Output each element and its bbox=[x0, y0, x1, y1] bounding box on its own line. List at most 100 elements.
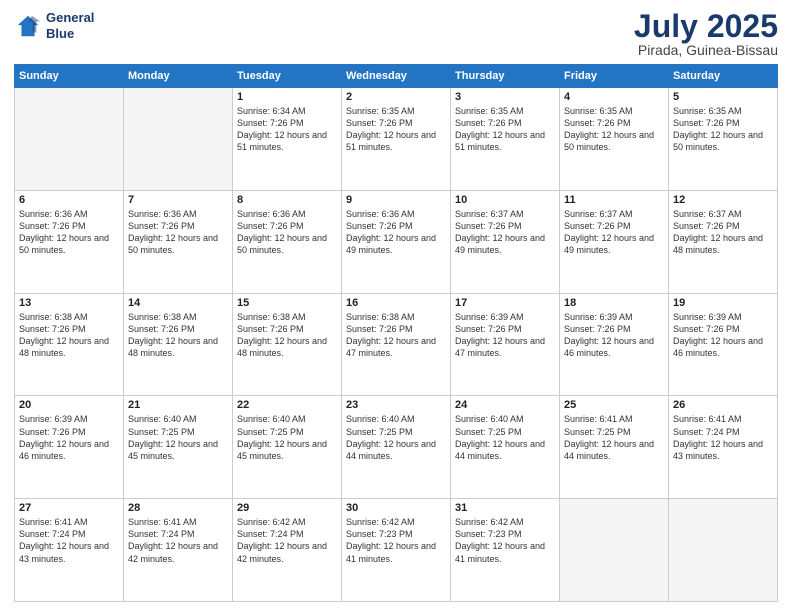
calendar-week-row: 13 Sunrise: 6:38 AM Sunset: 7:26 PM Dayli… bbox=[15, 293, 778, 396]
day-number: 29 bbox=[237, 502, 337, 514]
cell-info: Sunrise: 6:38 AM Sunset: 7:26 PM Dayligh… bbox=[346, 311, 446, 360]
cell-info: Sunrise: 6:35 AM Sunset: 7:26 PM Dayligh… bbox=[564, 105, 664, 154]
calendar-cell: 16 Sunrise: 6:38 AM Sunset: 7:26 PM Dayli… bbox=[342, 293, 451, 396]
weekday-header: Monday bbox=[124, 65, 233, 88]
cell-info: Sunrise: 6:35 AM Sunset: 7:26 PM Dayligh… bbox=[673, 105, 773, 154]
day-number: 13 bbox=[19, 297, 119, 309]
location-title: Pirada, Guinea-Bissau bbox=[634, 42, 778, 58]
day-number: 17 bbox=[455, 297, 555, 309]
day-number: 14 bbox=[128, 297, 228, 309]
logo-text: General Blue bbox=[46, 10, 94, 41]
weekday-header: Sunday bbox=[15, 65, 124, 88]
cell-info: Sunrise: 6:38 AM Sunset: 7:26 PM Dayligh… bbox=[128, 311, 228, 360]
weekday-header: Saturday bbox=[669, 65, 778, 88]
calendar-cell: 20Sunrise: 6:39 AM Sunset: 7:26 PM Dayli… bbox=[15, 396, 124, 499]
calendar-cell: 18Sunrise: 6:39 AM Sunset: 7:26 PM Dayli… bbox=[560, 293, 669, 396]
calendar-header-row: SundayMondayTuesdayWednesdayThursdayFrid… bbox=[15, 65, 778, 88]
cell-info: Sunrise: 6:41 AM Sunset: 7:25 PM Dayligh… bbox=[564, 413, 664, 462]
cell-info: Sunrise: 6:42 AM Sunset: 7:23 PM Dayligh… bbox=[455, 516, 555, 565]
cell-info: Sunrise: 6:37 AM Sunset: 7:26 PM Dayligh… bbox=[673, 208, 773, 257]
day-number: 8 bbox=[237, 194, 337, 206]
cell-info: Sunrise: 6:40 AM Sunset: 7:25 PM Dayligh… bbox=[237, 413, 337, 462]
calendar-cell: 26Sunrise: 6:41 AM Sunset: 7:24 PM Dayli… bbox=[669, 396, 778, 499]
calendar-cell: 7 Sunrise: 6:36 AM Sunset: 7:26 PM Daylig… bbox=[124, 190, 233, 293]
calendar-cell: 31 Sunrise: 6:42 AM Sunset: 7:23 PM Dayli… bbox=[451, 499, 560, 602]
calendar-cell: 10Sunrise: 6:37 AM Sunset: 7:26 PM Dayli… bbox=[451, 190, 560, 293]
cell-info: Sunrise: 6:41 AM Sunset: 7:24 PM Dayligh… bbox=[673, 413, 773, 462]
calendar-week-row: 6 Sunrise: 6:36 AM Sunset: 7:26 PM Daylig… bbox=[15, 190, 778, 293]
cell-info: Sunrise: 6:37 AM Sunset: 7:26 PM Dayligh… bbox=[455, 208, 555, 257]
calendar-cell bbox=[669, 499, 778, 602]
day-number: 3 bbox=[455, 91, 555, 103]
calendar-cell bbox=[15, 88, 124, 191]
calendar-cell: 5 Sunrise: 6:35 AM Sunset: 7:26 PM Daylig… bbox=[669, 88, 778, 191]
cell-info: Sunrise: 6:35 AM Sunset: 7:26 PM Dayligh… bbox=[455, 105, 555, 154]
calendar-week-row: 1 Sunrise: 6:34 AM Sunset: 7:26 PM Daylig… bbox=[15, 88, 778, 191]
calendar-cell: 12Sunrise: 6:37 AM Sunset: 7:26 PM Dayli… bbox=[669, 190, 778, 293]
calendar-cell: 15Sunrise: 6:38 AM Sunset: 7:26 PM Dayli… bbox=[233, 293, 342, 396]
cell-info: Sunrise: 6:36 AM Sunset: 7:26 PM Dayligh… bbox=[128, 208, 228, 257]
day-number: 11 bbox=[564, 194, 664, 206]
cell-info: Sunrise: 6:39 AM Sunset: 7:26 PM Dayligh… bbox=[673, 311, 773, 360]
day-number: 22 bbox=[237, 399, 337, 411]
calendar-cell: 8 Sunrise: 6:36 AM Sunset: 7:26 PM Daylig… bbox=[233, 190, 342, 293]
page: General Blue July 2025 Pirada, Guinea-Bi… bbox=[0, 0, 792, 612]
day-number: 16 bbox=[346, 297, 446, 309]
calendar-cell: 6Sunrise: 6:36 AM Sunset: 7:26 PM Daylig… bbox=[15, 190, 124, 293]
day-number: 15 bbox=[237, 297, 337, 309]
calendar-cell: 27 Sunrise: 6:41 AM Sunset: 7:24 PM Dayli… bbox=[15, 499, 124, 602]
cell-info: Sunrise: 6:37 AM Sunset: 7:26 PM Dayligh… bbox=[564, 208, 664, 257]
calendar-cell: 3 Sunrise: 6:35 AM Sunset: 7:26 PM Daylig… bbox=[451, 88, 560, 191]
cell-info: Sunrise: 6:40 AM Sunset: 7:25 PM Dayligh… bbox=[455, 413, 555, 462]
calendar-cell: 17 Sunrise: 6:39 AM Sunset: 7:26 PM Dayli… bbox=[451, 293, 560, 396]
calendar-week-row: 27 Sunrise: 6:41 AM Sunset: 7:24 PM Dayli… bbox=[15, 499, 778, 602]
cell-info: Sunrise: 6:39 AM Sunset: 7:26 PM Dayligh… bbox=[19, 413, 119, 462]
calendar-cell: 2 Sunrise: 6:35 AM Sunset: 7:26 PM Daylig… bbox=[342, 88, 451, 191]
day-number: 24 bbox=[455, 399, 555, 411]
cell-info: Sunrise: 6:41 AM Sunset: 7:24 PM Dayligh… bbox=[19, 516, 119, 565]
calendar-cell: 25 Sunrise: 6:41 AM Sunset: 7:25 PM Dayli… bbox=[560, 396, 669, 499]
calendar-cell: 13 Sunrise: 6:38 AM Sunset: 7:26 PM Dayli… bbox=[15, 293, 124, 396]
cell-info: Sunrise: 6:39 AM Sunset: 7:26 PM Dayligh… bbox=[455, 311, 555, 360]
cell-info: Sunrise: 6:42 AM Sunset: 7:23 PM Dayligh… bbox=[346, 516, 446, 565]
calendar-cell: 4 Sunrise: 6:35 AM Sunset: 7:26 PM Daylig… bbox=[560, 88, 669, 191]
cell-info: Sunrise: 6:38 AM Sunset: 7:26 PM Dayligh… bbox=[19, 311, 119, 360]
day-number: 30 bbox=[346, 502, 446, 514]
calendar-table: SundayMondayTuesdayWednesdayThursdayFrid… bbox=[14, 64, 778, 602]
cell-info: Sunrise: 6:36 AM Sunset: 7:26 PM Dayligh… bbox=[237, 208, 337, 257]
weekday-header: Tuesday bbox=[233, 65, 342, 88]
cell-info: Sunrise: 6:34 AM Sunset: 7:26 PM Dayligh… bbox=[237, 105, 337, 154]
weekday-header: Friday bbox=[560, 65, 669, 88]
day-number: 5 bbox=[673, 91, 773, 103]
weekday-header: Wednesday bbox=[342, 65, 451, 88]
day-number: 1 bbox=[237, 91, 337, 103]
cell-info: Sunrise: 6:35 AM Sunset: 7:26 PM Dayligh… bbox=[346, 105, 446, 154]
day-number: 25 bbox=[564, 399, 664, 411]
cell-info: Sunrise: 6:40 AM Sunset: 7:25 PM Dayligh… bbox=[346, 413, 446, 462]
title-block: July 2025 Pirada, Guinea-Bissau bbox=[634, 10, 778, 58]
day-number: 9 bbox=[346, 194, 446, 206]
header: General Blue July 2025 Pirada, Guinea-Bi… bbox=[14, 10, 778, 58]
day-number: 31 bbox=[455, 502, 555, 514]
calendar-week-row: 20Sunrise: 6:39 AM Sunset: 7:26 PM Dayli… bbox=[15, 396, 778, 499]
cell-info: Sunrise: 6:42 AM Sunset: 7:24 PM Dayligh… bbox=[237, 516, 337, 565]
calendar-body: 1 Sunrise: 6:34 AM Sunset: 7:26 PM Daylig… bbox=[15, 88, 778, 602]
logo-line1: General bbox=[46, 10, 94, 26]
day-number: 28 bbox=[128, 502, 228, 514]
day-number: 4 bbox=[564, 91, 664, 103]
logo-line2: Blue bbox=[46, 26, 94, 42]
day-number: 2 bbox=[346, 91, 446, 103]
cell-info: Sunrise: 6:40 AM Sunset: 7:25 PM Dayligh… bbox=[128, 413, 228, 462]
calendar-cell: 11 Sunrise: 6:37 AM Sunset: 7:26 PM Dayli… bbox=[560, 190, 669, 293]
logo: General Blue bbox=[14, 10, 94, 41]
calendar-cell: 1 Sunrise: 6:34 AM Sunset: 7:26 PM Daylig… bbox=[233, 88, 342, 191]
calendar-cell: 14 Sunrise: 6:38 AM Sunset: 7:26 PM Dayli… bbox=[124, 293, 233, 396]
cell-info: Sunrise: 6:39 AM Sunset: 7:26 PM Dayligh… bbox=[564, 311, 664, 360]
calendar-cell: 21Sunrise: 6:40 AM Sunset: 7:25 PM Dayli… bbox=[124, 396, 233, 499]
calendar-cell: 19Sunrise: 6:39 AM Sunset: 7:26 PM Dayli… bbox=[669, 293, 778, 396]
day-number: 6 bbox=[19, 194, 119, 206]
day-number: 7 bbox=[128, 194, 228, 206]
cell-info: Sunrise: 6:36 AM Sunset: 7:26 PM Dayligh… bbox=[346, 208, 446, 257]
calendar-cell: 9 Sunrise: 6:36 AM Sunset: 7:26 PM Daylig… bbox=[342, 190, 451, 293]
day-number: 27 bbox=[19, 502, 119, 514]
